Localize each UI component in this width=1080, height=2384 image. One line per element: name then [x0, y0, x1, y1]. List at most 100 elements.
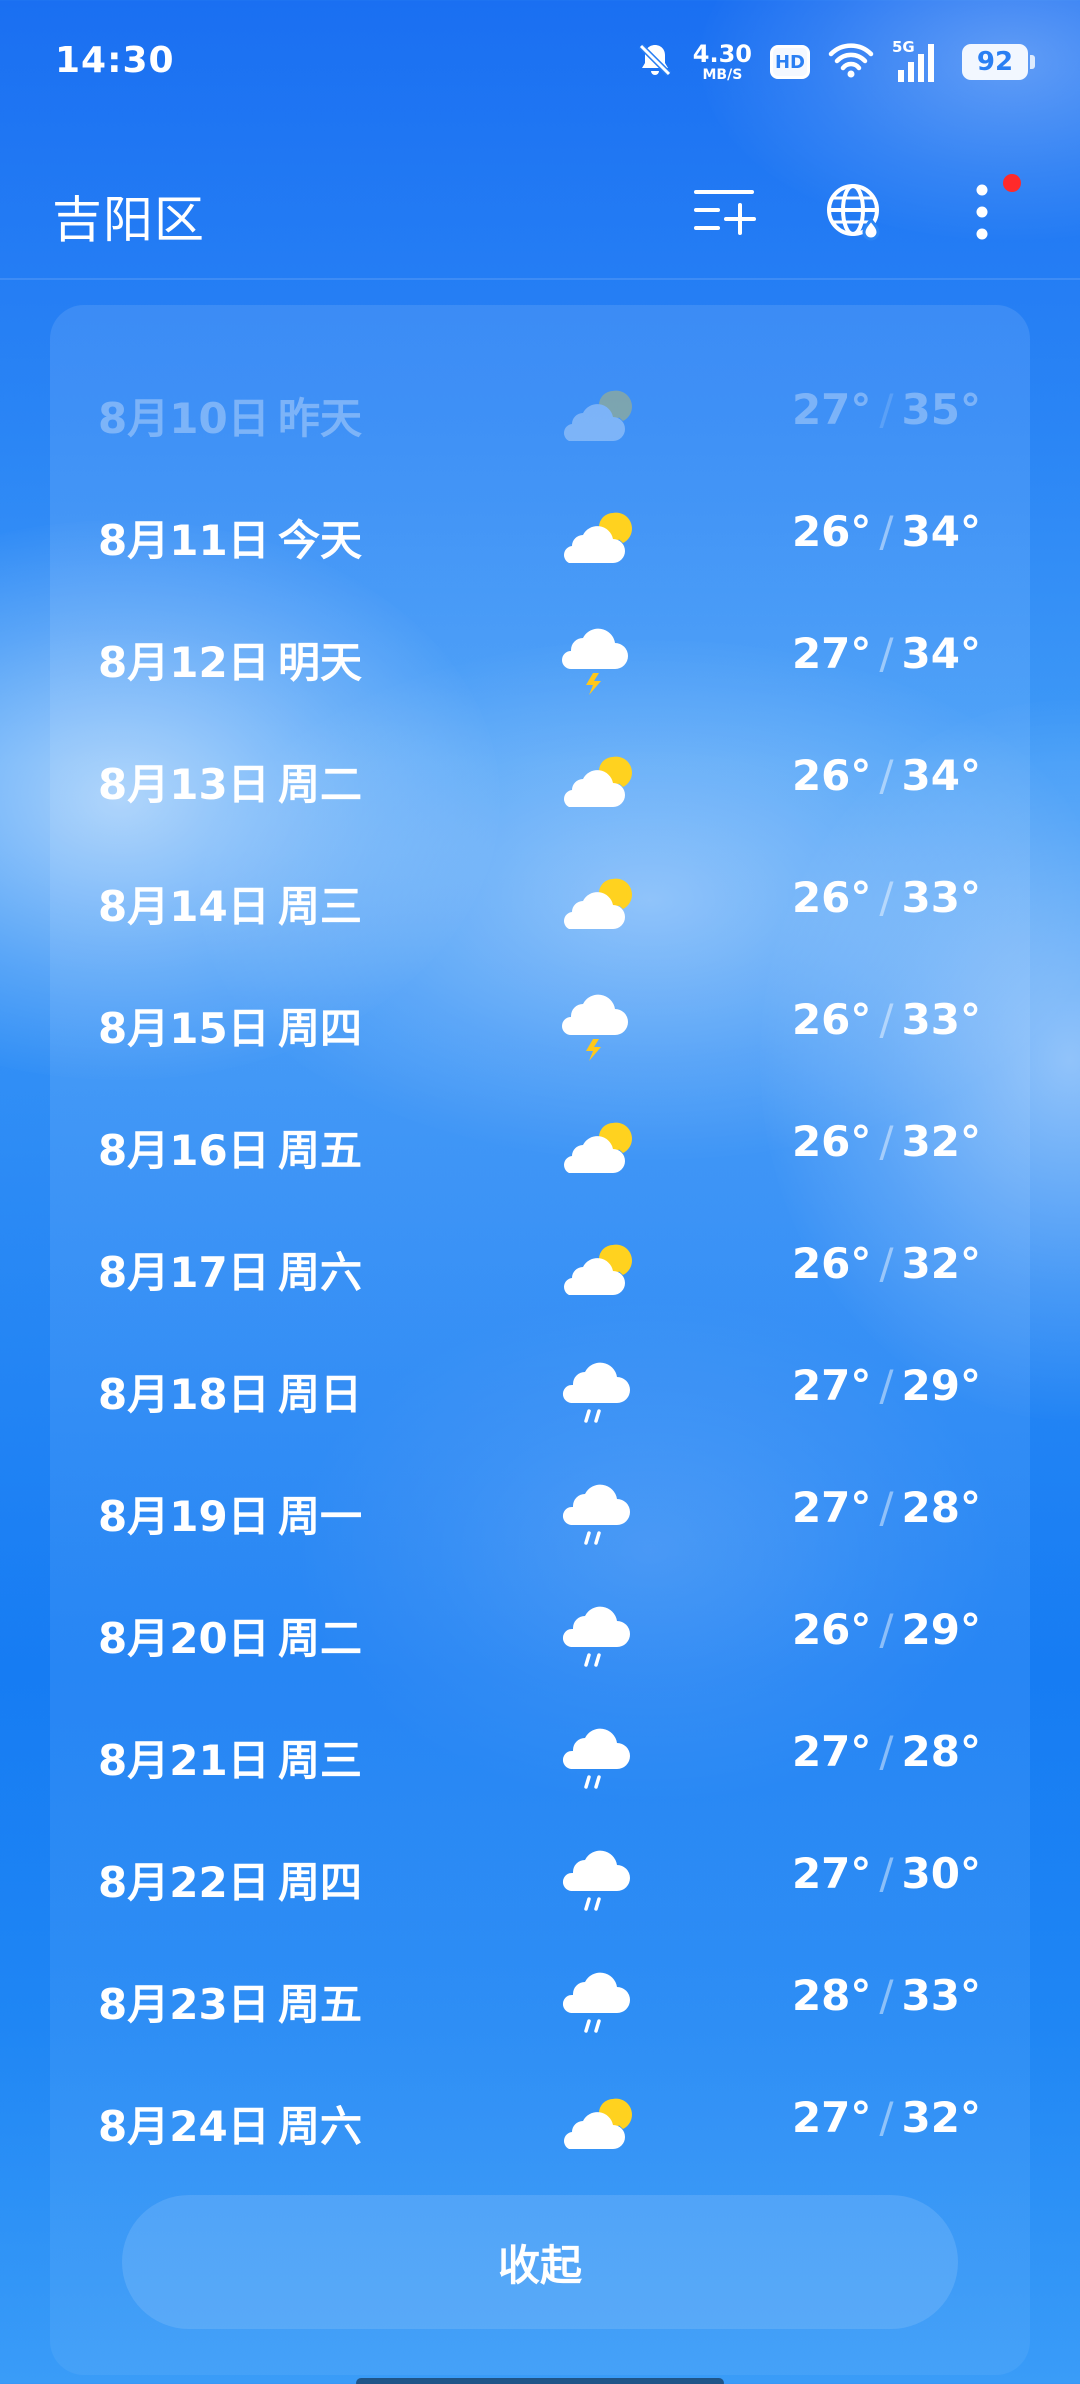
- temp-separator: /: [879, 1727, 894, 1776]
- forecast-weekday: 周一: [278, 1492, 363, 1541]
- forecast-row[interactable]: 8月22日 周四 27°/30°: [50, 1819, 1030, 1941]
- forecast-date: 8月22日: [98, 1858, 270, 1907]
- temp-separator: /: [879, 1483, 894, 1532]
- forecast-date: 8月12日: [98, 638, 270, 687]
- forecast-row[interactable]: 8月21日 周三 27°/28°: [50, 1697, 1030, 1819]
- forecast-temps: 27°/28°: [792, 1727, 981, 1776]
- forecast-row[interactable]: 8月16日 周五 26°/32°: [50, 1087, 1030, 1209]
- forecast-temps: 26°/32°: [792, 1239, 981, 1288]
- add-city-button[interactable]: [685, 172, 765, 252]
- forecast-row[interactable]: 8月13日 周二 26°/34°: [50, 721, 1030, 843]
- forecast-weekday: 周五: [278, 1126, 363, 1175]
- temp-high: 30°: [901, 1849, 981, 1898]
- forecast-temps: 27°/32°: [792, 2093, 981, 2142]
- temp-high: 28°: [901, 1483, 981, 1532]
- forecast-temps: 27°/34°: [792, 629, 981, 678]
- partly-cloudy-icon: [555, 497, 635, 577]
- temp-high: 33°: [901, 995, 981, 1044]
- temp-high: 34°: [901, 507, 981, 556]
- forecast-row[interactable]: 8月23日 周五 28°/33°: [50, 1941, 1030, 2063]
- forecast-date: 8月13日: [98, 760, 270, 809]
- partly-cloudy-icon: [555, 1107, 635, 1187]
- forecast-date: 8月18日: [98, 1370, 270, 1419]
- rain-icon: [555, 1473, 635, 1553]
- rain-icon: [555, 1839, 635, 1919]
- forecast-date: 8月16日: [98, 1126, 270, 1175]
- forecast-weekday: 周六: [278, 1248, 363, 1297]
- temp-separator: /: [879, 1971, 894, 2020]
- temp-low: 26°: [791, 1605, 872, 1654]
- forecast-row[interactable]: 8月15日 周四 26°/33°: [50, 965, 1030, 1087]
- forecast-row[interactable]: 8月10日 昨天 27°/35°: [50, 355, 1030, 477]
- temp-separator: /: [879, 1605, 894, 1654]
- temp-separator: /: [879, 1849, 894, 1898]
- temp-high: 34°: [901, 751, 981, 800]
- forecast-row[interactable]: 8月18日 周日 27°/29°: [50, 1331, 1030, 1453]
- temp-high: 32°: [901, 2093, 981, 2142]
- partly-cloudy-icon: [555, 741, 635, 821]
- forecast-temps: 27°/35°: [792, 385, 981, 434]
- temp-low: 27°: [791, 1483, 872, 1532]
- temp-low: 27°: [791, 1727, 872, 1776]
- hd-badge: HD: [770, 45, 810, 79]
- temp-high: 33°: [901, 1971, 981, 2020]
- globe-button[interactable]: [815, 172, 895, 252]
- forecast-row[interactable]: 8月14日 周三 26°/33°: [50, 843, 1030, 965]
- forecast-row[interactable]: 8月19日 周一 27°/28°: [50, 1453, 1030, 1575]
- forecast-row[interactable]: 8月17日 周六 26°/32°: [50, 1209, 1030, 1331]
- forecast-date: 8月21日: [98, 1736, 270, 1785]
- thunderstorm-icon: [555, 985, 635, 1065]
- rain-icon: [555, 1595, 635, 1675]
- temp-high: 28°: [901, 1727, 981, 1776]
- forecast-date: 8月19日: [98, 1492, 270, 1541]
- temp-separator: /: [879, 629, 894, 678]
- temp-low: 27°: [791, 1361, 872, 1410]
- forecast-date: 8月15日: [98, 1004, 270, 1053]
- battery-icon: 92: [962, 44, 1035, 80]
- forecast-date: 8月23日: [98, 1980, 270, 2029]
- temp-low: 27°: [791, 2093, 872, 2142]
- status-time: 14:30: [55, 40, 175, 81]
- forecast-weekday: 周六: [278, 2102, 363, 2151]
- partly-cloudy-icon: [555, 375, 635, 455]
- temp-separator: /: [879, 873, 894, 922]
- forecast-temps: 26°/29°: [792, 1605, 981, 1654]
- forecast-weekday: 周五: [278, 1980, 363, 2029]
- home-indicator[interactable]: [356, 2378, 724, 2384]
- page-title: 吉阳区: [52, 191, 205, 249]
- temp-low: 27°: [791, 385, 872, 434]
- temp-separator: /: [879, 751, 894, 800]
- temp-separator: /: [879, 1117, 894, 1166]
- partly-cloudy-icon: [555, 2083, 635, 2163]
- forecast-row[interactable]: 8月24日 周六 27°/32°: [50, 2063, 1030, 2185]
- add-city-icon: [694, 190, 756, 235]
- temp-high: 32°: [901, 1239, 981, 1288]
- mute-bell-icon: [635, 40, 675, 84]
- net-speed-unit: MB/S: [702, 67, 743, 83]
- temp-separator: /: [879, 2093, 894, 2142]
- thunderstorm-icon: [555, 619, 635, 699]
- forecast-row[interactable]: 8月20日 周二 26°/29°: [50, 1575, 1030, 1697]
- temp-high: 33°: [901, 873, 981, 922]
- forecast-weekday: 周四: [278, 1004, 363, 1053]
- forecast-temps: 26°/34°: [792, 751, 981, 800]
- forecast-weekday: 周三: [278, 882, 363, 931]
- temp-low: 27°: [791, 1849, 872, 1898]
- forecast-temps: 26°/32°: [792, 1117, 981, 1166]
- collapse-button[interactable]: 收起: [122, 2195, 958, 2329]
- temp-low: 26°: [791, 1117, 872, 1166]
- forecast-date: 8月24日: [98, 2102, 270, 2151]
- partly-cloudy-icon: [555, 1229, 635, 1309]
- temp-separator: /: [879, 1361, 894, 1410]
- temp-low: 26°: [791, 751, 872, 800]
- temp-low: 26°: [791, 995, 872, 1044]
- forecast-weekday: 周二: [278, 760, 363, 809]
- forecast-row[interactable]: 8月11日 今天 26°/34°: [50, 477, 1030, 599]
- forecast-row[interactable]: 8月12日 明天 27°/34°: [50, 599, 1030, 721]
- forecast-weekday: 周四: [278, 1858, 363, 1907]
- signal-icon: 5G: [892, 38, 944, 84]
- temp-low: 26°: [791, 507, 872, 556]
- temp-low: 27°: [791, 629, 872, 678]
- temp-separator: /: [879, 385, 894, 434]
- status-bar: 14:30 4.30 MB/S HD 5G 92: [0, 0, 1080, 130]
